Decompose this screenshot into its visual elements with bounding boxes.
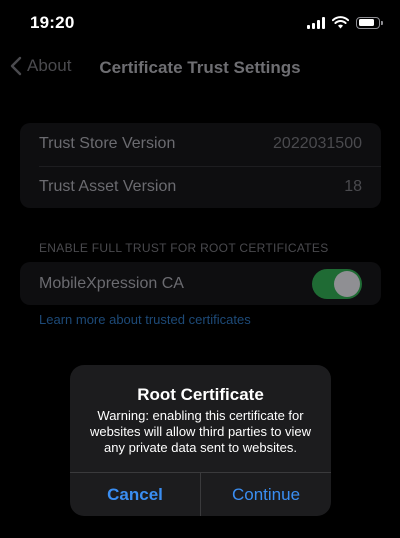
wifi-icon (332, 16, 349, 29)
page-title-text: Certificate Trust Settings (99, 58, 301, 77)
trust-store-version-value: 2022031500 (273, 135, 362, 153)
trust-asset-version-label: Trust Asset Version (39, 177, 177, 195)
version-info-group: Trust Store Version 2022031500 Trust Ass… (20, 123, 381, 208)
screen: 19:20 About Certificate Trust Settings T… (0, 0, 400, 538)
cellular-signal-icon (307, 16, 325, 29)
trust-store-version-label: Trust Store Version (39, 135, 176, 153)
status-time: 19:20 (30, 13, 75, 32)
trust-store-version-row: Trust Store Version 2022031500 (20, 123, 381, 166)
root-certificate-alert: Root Certificate Warning: enabling this … (70, 365, 331, 516)
cancel-button[interactable]: Cancel (70, 473, 200, 516)
certificate-name: MobileXpression CA (39, 274, 184, 292)
nav-bar: About Certificate Trust Settings (0, 46, 400, 90)
trust-toggle[interactable] (312, 268, 362, 299)
continue-button[interactable]: Continue (200, 473, 331, 516)
page-title: Certificate Trust Settings (0, 58, 400, 78)
certificate-trust-group: MobileXpression CA (20, 262, 381, 305)
battery-icon (356, 16, 383, 29)
status-icons (307, 16, 383, 29)
section-header: ENABLE FULL TRUST FOR ROOT CERTIFICATES (39, 241, 329, 255)
certificate-row: MobileXpression CA (20, 262, 381, 305)
trust-asset-version-value: 18 (344, 177, 362, 195)
alert-title: Root Certificate (137, 385, 264, 404)
alert-buttons: Cancel Continue (70, 472, 331, 516)
learn-more-link[interactable]: Learn more about trusted certificates (39, 312, 251, 327)
status-bar: 19:20 (0, 0, 400, 46)
trust-asset-version-row: Trust Asset Version 18 (20, 165, 381, 209)
alert-message: Warning: enabling this certificate for w… (89, 408, 312, 455)
toggle-knob (334, 270, 360, 297)
